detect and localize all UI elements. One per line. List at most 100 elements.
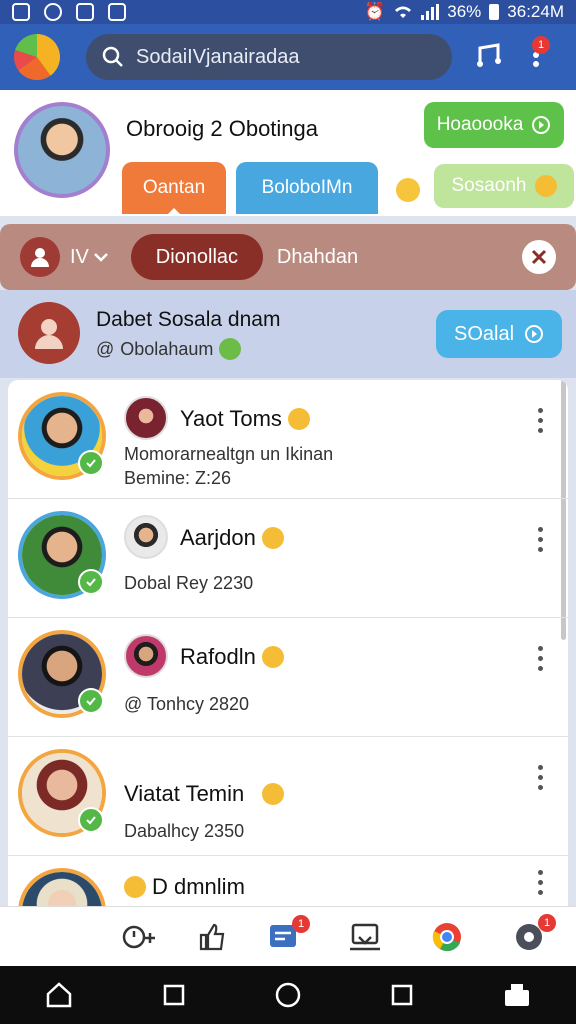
nav-messages[interactable]: 1 (242, 914, 324, 951)
list-item[interactable]: Yaot Toms Momorarnealtgn un Ikinan Bemin… (8, 380, 568, 499)
contact-detail-text: Tonhcy 2820 (146, 694, 250, 714)
filter-option[interactable]: Dhahdan (277, 246, 358, 269)
history-icon (122, 925, 155, 948)
image-icon (108, 3, 126, 21)
search-text: SodaiIVjanairadaa (136, 45, 300, 68)
suggestion-action-button[interactable]: SOalal (436, 310, 562, 358)
close-filter-button[interactable] (522, 240, 556, 274)
smile-emoji-icon (262, 783, 285, 805)
contact-detail: Dabalhcy 2350 (124, 821, 245, 841)
small-avatar (124, 396, 168, 440)
music-button[interactable] (474, 40, 504, 75)
active-filter-pill[interactable]: Dionollac (130, 234, 263, 280)
list-item[interactable]: Rafodln @ Tonhcy 2820 (8, 618, 568, 737)
more-options-icon[interactable] (538, 765, 544, 790)
tab-bolobolmn[interactable]: BoloboIMn (236, 162, 378, 214)
smile-emoji-icon (261, 527, 284, 549)
app-logo[interactable] (14, 34, 60, 80)
search-icon (102, 46, 123, 67)
emoji-icon (396, 178, 420, 202)
inbox-icon (350, 923, 380, 950)
chip-label: Sosaonh (451, 175, 527, 196)
tab-label: BoloboIMn (261, 177, 353, 198)
list-item[interactable]: Viatat Temin Dabalhcy 2350 (8, 737, 568, 856)
contact-name-text: D dmnlim (152, 874, 245, 899)
more-options-icon[interactable] (538, 870, 544, 895)
contact-name: Rafodln (180, 644, 284, 670)
play-circle-icon (525, 325, 544, 343)
user-icon (35, 319, 63, 349)
wifi-icon (395, 6, 412, 18)
settings-badge: 1 (538, 913, 556, 932)
recents-icon[interactable] (163, 984, 185, 1006)
suggestion-subtitle-text: Obolahaum (120, 338, 214, 359)
profile-name: Obrooig 2 Obotinga (126, 116, 319, 141)
tab-oantan[interactable]: Oantan (122, 162, 226, 214)
battery-icon (489, 4, 500, 20)
contact-name: Aarjdon (180, 525, 284, 551)
contact-detail: @ Tonhcy 2820 (124, 694, 249, 715)
close-icon (531, 249, 547, 265)
keyboard-icon[interactable] (503, 982, 531, 1008)
contact-name: D dmnlim (124, 874, 245, 900)
smile-emoji-icon (534, 175, 557, 197)
list-item[interactable]: D dmnlim (8, 856, 568, 906)
app-icon (44, 3, 62, 21)
profile-tabs: Oantan BoloboIMn Sosaonh (122, 162, 574, 214)
mail-icon (76, 3, 94, 21)
filter-bar: IV Dionollac Dhahdan (0, 224, 576, 290)
nav-history[interactable] (100, 924, 182, 950)
contact-name: Yaot Toms (180, 406, 310, 432)
tab-label: Oantan (142, 177, 206, 198)
contact-name-text: Aarjdon (180, 525, 256, 550)
home-icon[interactable] (45, 982, 73, 1008)
smile-emoji-icon (124, 876, 146, 898)
clock: 36:24M (507, 2, 564, 21)
more-options-icon[interactable] (538, 527, 544, 552)
contact-name-text: Yaot Toms (180, 406, 282, 431)
profile-action-button[interactable]: Hoaoooka (424, 102, 564, 148)
profile-action-label: Hoaoooka (436, 114, 524, 135)
verified-check-icon (78, 688, 104, 714)
app-bar: SodaiIVjanairadaa 1 (0, 24, 576, 90)
filter-selector[interactable]: IV (70, 246, 109, 269)
play-circle-icon (532, 116, 551, 134)
small-avatar (124, 515, 168, 559)
filter-avatar[interactable] (20, 237, 60, 277)
nav-inbox[interactable] (324, 923, 406, 951)
small-avatar (124, 634, 168, 678)
suggestion-subtitle: @ Obolahaum (96, 338, 242, 360)
notification-badge: 1 (532, 35, 550, 54)
contact-detail-secondary: Bemine: Z:26 (124, 468, 232, 488)
search-input[interactable]: SodaiIVjanairadaa (86, 34, 452, 80)
more-options-icon[interactable] (538, 646, 544, 671)
contact-detail: Dobal Rey 2230 (124, 573, 254, 593)
more-options-icon[interactable] (538, 408, 544, 433)
contact-avatar[interactable] (18, 868, 106, 906)
likes-icon (199, 923, 225, 950)
suggestion-avatar[interactable] (18, 302, 80, 364)
at-icon: @ (124, 694, 147, 714)
contact-list[interactable]: Yaot Toms Momorarnealtgn un Ikinan Bemin… (8, 380, 568, 906)
filter-selector-label: IV (70, 245, 89, 268)
home-circle-icon[interactable] (275, 982, 301, 1008)
system-nav-bar (0, 966, 576, 1024)
verified-check-icon (78, 807, 104, 833)
nav-likes[interactable] (182, 923, 242, 951)
verified-check-icon (78, 450, 104, 476)
overview-icon[interactable] (391, 984, 413, 1006)
contact-name-text: Rafodln (180, 644, 256, 669)
contact-name: Viatat Temin (124, 781, 285, 807)
smile-emoji-icon (261, 646, 284, 668)
more-menu-button[interactable]: 1 (532, 35, 550, 73)
profile-avatar[interactable] (14, 102, 110, 198)
verified-check-icon (78, 569, 104, 595)
battery-percent: 36% (447, 2, 482, 21)
smile-emoji-icon (287, 408, 310, 430)
signal-icon (421, 4, 440, 20)
sosaonh-chip[interactable]: Sosaonh (434, 164, 574, 208)
nav-settings[interactable]: 1 (488, 913, 570, 952)
nav-browser[interactable] (406, 922, 488, 952)
user-icon (31, 248, 49, 267)
list-item[interactable]: Aarjdon Dobal Rey 2230 (8, 499, 568, 618)
